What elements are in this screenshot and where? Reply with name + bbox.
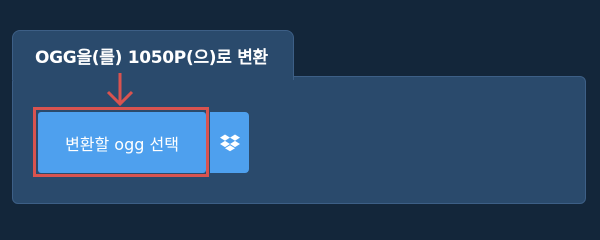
dropbox-button[interactable] [210,112,249,173]
tab-title: OGG을(를) 1050P(으)로 변환 [35,48,268,68]
converter-tab: OGG을(를) 1050P(으)로 변환 [12,30,294,80]
dropbox-icon [219,134,240,151]
pointer-arrow-icon [106,73,134,106]
select-ogg-file-label: 변환할 ogg 선택 [65,134,179,154]
select-ogg-file-button[interactable]: 변환할 ogg 선택 [38,112,206,173]
